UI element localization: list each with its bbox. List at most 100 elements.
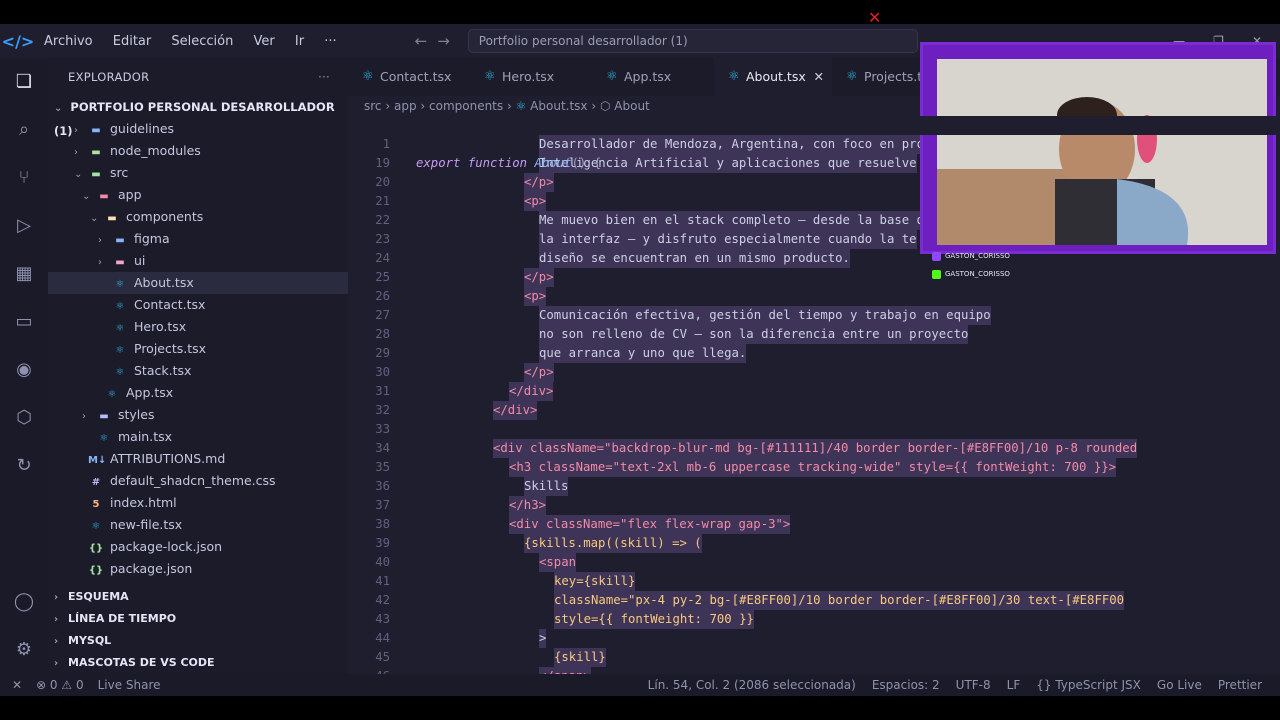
menu-archivo[interactable]: Archivo xyxy=(44,34,93,49)
code-line[interactable]: 25 </p> xyxy=(348,268,1280,287)
tree-item[interactable]: ⚛ Projects.tsx xyxy=(48,338,348,360)
menu-editar[interactable]: Editar xyxy=(113,34,152,49)
code-line[interactable]: 37 </h3> xyxy=(348,496,1280,515)
tree-item[interactable]: ⌄ ▬ components xyxy=(48,206,348,228)
code-line[interactable]: 27 Comunicación efectiva, gestión del tie… xyxy=(348,306,1280,325)
code-line[interactable]: 30 </p> xyxy=(348,363,1280,382)
command-center-search[interactable]: Portfolio personal desarrollador (1) xyxy=(467,29,918,53)
back-arrow-icon[interactable]: ← xyxy=(415,32,438,50)
code-line[interactable]: 39 {skills.map((skill) => ( xyxy=(348,534,1280,553)
account-icon[interactable]: ◯ xyxy=(12,590,36,614)
line-number: 37 xyxy=(375,498,390,512)
section-mascotas[interactable]: › MASCOTAS DE VS CODE xyxy=(48,652,348,674)
section-linea-de-tiempo[interactable]: › LÍNEA DE TIEMPO xyxy=(48,608,348,630)
gitkraken-icon[interactable]: ◉ xyxy=(12,358,36,382)
code-line[interactable]: 26 <p> xyxy=(348,287,1280,306)
code-line[interactable]: 46 </span> xyxy=(348,667,1280,674)
code-text: la interfaz — y disfruto especialmente c… xyxy=(539,230,917,249)
menu-seleccion[interactable]: Selección xyxy=(171,34,233,49)
tree-item[interactable]: ⌄ ▬ src xyxy=(48,162,348,184)
remote-icon[interactable]: ✕ xyxy=(12,674,22,696)
eol[interactable]: LF xyxy=(1007,674,1021,696)
close-tab-icon[interactable]: ✕ xyxy=(814,58,824,96)
tab-label: App.tsx xyxy=(624,69,672,84)
code-line[interactable]: 38 <div className="flex flex-wrap gap-3"> xyxy=(348,515,1280,534)
code-line[interactable]: 35 <h3 className="text-2xl mb-6 uppercase… xyxy=(348,458,1280,477)
tree-item[interactable]: › ▬ figma xyxy=(48,228,348,250)
extensions-icon[interactable]: ▦ xyxy=(12,262,36,286)
code-line[interactable]: 43 style={{ fontWeight: 700 }} xyxy=(348,610,1280,629)
tree-item[interactable]: ⚛ Stack.tsx xyxy=(48,360,348,382)
tree-item[interactable]: ⚛ Hero.tsx xyxy=(48,316,348,338)
remote-explorer-icon[interactable]: ▭ xyxy=(12,310,36,334)
menu-more[interactable]: ··· xyxy=(324,34,336,49)
section-esquema[interactable]: › ESQUEMA xyxy=(48,586,348,608)
breadcrumb-file[interactable]: About.tsx xyxy=(530,99,587,113)
tree-item[interactable]: › ▬ node_modules xyxy=(48,140,348,162)
code-line[interactable]: 34 <div className="backdrop-blur-md bg-[#… xyxy=(348,439,1280,458)
menu-ir[interactable]: Ir xyxy=(295,34,304,49)
code-line[interactable]: 41 key={skill} xyxy=(348,572,1280,591)
code-line[interactable]: 31 </div> xyxy=(348,382,1280,401)
indentation[interactable]: Espacios: 2 xyxy=(872,674,940,696)
tab-app[interactable]: ⚛ App.tsx xyxy=(592,58,714,96)
record-close-icon[interactable]: ✕ xyxy=(868,8,881,27)
project-root[interactable]: ⌄ PORTFOLIO PERSONAL DESARROLLADOR (1) xyxy=(48,96,348,138)
forward-arrow-icon[interactable]: → xyxy=(437,32,460,50)
problems-count[interactable]: ⊗ 0 ⚠ 0 xyxy=(36,674,84,696)
tree-item[interactable]: ⌄ ▬ app xyxy=(48,184,348,206)
docker-icon[interactable]: ⬡ xyxy=(12,406,36,430)
live-share-icon[interactable]: ↻ xyxy=(12,454,36,478)
tree-item[interactable]: ⚛ Contact.tsx xyxy=(48,294,348,316)
tab-hero[interactable]: ⚛ Hero.tsx xyxy=(470,58,592,96)
explorer-icon[interactable]: ❏ xyxy=(12,70,36,94)
code-line[interactable]: 45 {skill} xyxy=(348,648,1280,667)
tree-item[interactable]: M↓ ATTRIBUTIONS.md xyxy=(48,448,348,470)
code-line[interactable]: 28 no son relleno de CV — son la diferenc… xyxy=(348,325,1280,344)
breadcrumb-symbol[interactable]: About xyxy=(614,99,649,113)
encoding[interactable]: UTF-8 xyxy=(956,674,991,696)
tree-item[interactable]: ⚛ App.tsx xyxy=(48,382,348,404)
sticky-scroll-line[interactable]: 1 export function About() { xyxy=(348,116,1280,170)
json-icon: {} xyxy=(88,543,104,554)
code-line[interactable]: 32 </div> xyxy=(348,401,1280,420)
tree-item[interactable]: › ▬ styles xyxy=(48,404,348,426)
chevron-right-icon: › xyxy=(74,125,78,136)
code-line[interactable]: 33 xyxy=(348,420,1280,439)
run-debug-icon[interactable]: ▷ xyxy=(12,214,36,238)
prettier-status[interactable]: Prettier xyxy=(1218,674,1262,696)
language-mode[interactable]: {} TypeScript JSX xyxy=(1036,674,1141,696)
code-line[interactable]: 36 Skills xyxy=(348,477,1280,496)
tab-contact[interactable]: ⚛ Contact.tsx xyxy=(348,58,470,96)
code-line[interactable]: 42 className="px-4 py-2 bg-[#E8FF00]/10 b… xyxy=(348,591,1280,610)
source-control-icon[interactable]: ⑂ xyxy=(12,166,36,190)
tree-item[interactable]: # default_shadcn_theme.css xyxy=(48,470,348,492)
tree-item[interactable]: › ▬ guidelines xyxy=(48,118,348,140)
more-actions-icon[interactable]: ··· xyxy=(318,58,330,96)
code-line[interactable]: 40 <span xyxy=(348,553,1280,572)
section-mysql[interactable]: › MYSQL xyxy=(48,630,348,652)
tree-item[interactable]: {} package.json xyxy=(48,558,348,580)
settings-gear-icon[interactable]: ⚙ xyxy=(12,638,36,662)
cursor-position[interactable]: Lín. 54, Col. 2 (2086 seleccionada) xyxy=(648,674,856,696)
search-icon[interactable]: ⌕ xyxy=(12,118,36,142)
code-line[interactable]: 44 > xyxy=(348,629,1280,648)
tree-item[interactable]: ⚛ new-file.tsx xyxy=(48,514,348,536)
go-live-button[interactable]: Go Live xyxy=(1157,674,1202,696)
tree-item[interactable]: 5 index.html xyxy=(48,492,348,514)
menu-ver[interactable]: Ver xyxy=(254,34,275,49)
line-number: 30 xyxy=(375,365,390,379)
kick-username: GASTON_CORISSO xyxy=(945,270,1010,278)
breadcrumb-src[interactable]: src xyxy=(364,99,382,113)
breadcrumb-components[interactable]: components xyxy=(429,99,503,113)
tree-item[interactable]: ⚛ About.tsx xyxy=(48,272,348,294)
line-number: 44 xyxy=(375,631,390,645)
tree-item[interactable]: › ▬ ui xyxy=(48,250,348,272)
tree-item[interactable]: {} package-lock.json xyxy=(48,536,348,558)
breadcrumb-app[interactable]: app xyxy=(394,99,417,113)
tree-item[interactable]: ⚛ main.tsx xyxy=(48,426,348,448)
code-line[interactable]: 29 que arranca y uno que llega. xyxy=(348,344,1280,363)
tab-about[interactable]: ⚛ About.tsx ✕ xyxy=(714,58,832,96)
code-text: {skills.map((skill) => ( xyxy=(524,534,702,553)
live-share-status[interactable]: Live Share xyxy=(98,674,161,696)
